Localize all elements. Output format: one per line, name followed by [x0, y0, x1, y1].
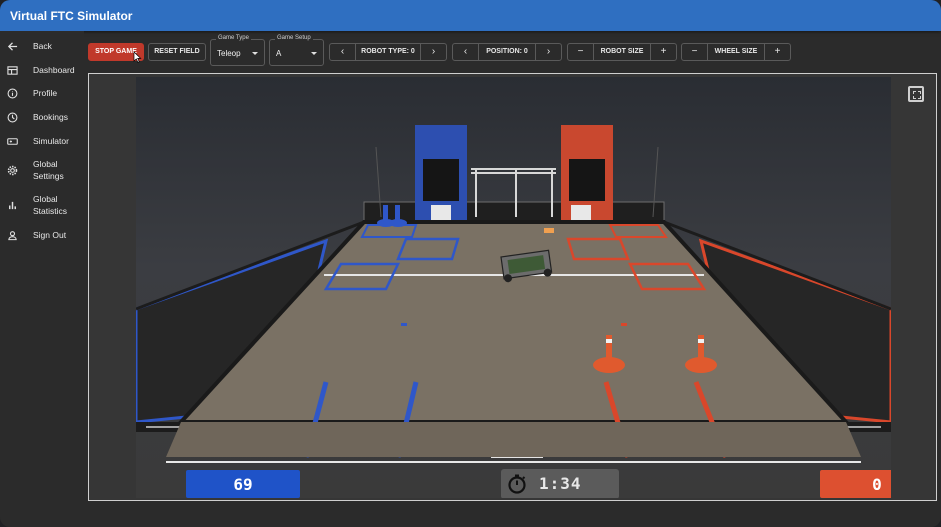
sidebar-item-label: Sign Out: [33, 230, 67, 240]
sidebar: Back Dashboard Profile Bookings Simulato…: [0, 31, 84, 527]
chevron-down-icon: [252, 52, 258, 55]
game-type-value: Teleop: [217, 49, 241, 58]
robot-type-prev-button[interactable]: ‹: [330, 44, 356, 60]
sidebar-item-label: Global Statistics: [33, 194, 68, 216]
sidebar-item-label: Dashboard: [33, 65, 75, 75]
info-icon: [7, 88, 18, 99]
wheel-size-increase-button[interactable]: +: [764, 44, 790, 60]
sidebar-item-label: Simulator: [33, 136, 69, 146]
timer-text: 1:34: [539, 474, 582, 493]
robot-size-label: ROBOT SIZE: [600, 48, 644, 55]
field-render: [136, 125, 891, 463]
red-score: 0: [819, 469, 891, 498]
sidebar-item-label: Profile: [33, 88, 58, 98]
game-setup-legend: Game Setup: [275, 35, 313, 41]
person-icon: [8, 231, 17, 241]
robot-size-stepper: − ROBOT SIZE +: [567, 43, 677, 61]
dashboard-icon: [7, 66, 18, 75]
mouse-cursor-icon: [133, 51, 142, 63]
gamepad-icon: [7, 138, 18, 145]
position-prev-button[interactable]: ‹: [453, 44, 479, 60]
game-setup-select[interactable]: Game Setup A: [269, 35, 324, 66]
robot-type-label: ROBOT TYPE: 0: [361, 48, 415, 55]
robot-size-decrease-button[interactable]: −: [568, 44, 594, 60]
app-window: Virtual FTC Simulator Back Dashboard Pro…: [0, 0, 941, 527]
wheel-size-decrease-button[interactable]: −: [682, 44, 708, 60]
wheel-size-stepper: − WHEEL SIZE +: [681, 43, 791, 61]
game-setup-value: A: [276, 49, 282, 58]
match-timer: 1:34: [501, 469, 619, 498]
position-next-button[interactable]: ›: [535, 44, 561, 60]
arrow-left-icon: [7, 42, 18, 51]
robot-type-next-button[interactable]: ›: [420, 44, 446, 60]
blue-score: 69: [185, 469, 301, 498]
stopwatch-icon: [508, 474, 526, 494]
robot-type-stepper: ‹ ROBOT TYPE: 0 ›: [329, 43, 447, 61]
game-type-legend: Game Type: [216, 35, 251, 41]
app-bar: Virtual FTC Simulator: [0, 0, 941, 31]
wheel-size-label: WHEEL SIZE: [714, 48, 758, 55]
gear-icon: [7, 165, 18, 176]
chevron-down-icon: [311, 52, 317, 55]
sidebar-item-label: Bookings: [33, 112, 68, 122]
clock-icon: [7, 112, 18, 123]
game-type-select[interactable]: Game Type Teleop: [210, 35, 265, 66]
sidebar-item-label: Back: [33, 41, 52, 51]
sidebar-item-label: Global Settings: [33, 159, 64, 181]
robot-size-increase-button[interactable]: +: [650, 44, 676, 60]
app-title: Virtual FTC Simulator: [10, 9, 133, 23]
reset-field-button[interactable]: RESET FIELD: [148, 43, 206, 61]
position-label: POSITION: 0: [486, 48, 528, 55]
position-stepper: ‹ POSITION: 0 ›: [452, 43, 562, 61]
simulator-viewport[interactable]: 69 1:34 0: [88, 73, 937, 501]
field-scene[interactable]: 69 1:34 0: [136, 77, 891, 498]
bar-chart-icon: [9, 201, 16, 210]
fullscreen-icon[interactable]: [908, 86, 924, 102]
